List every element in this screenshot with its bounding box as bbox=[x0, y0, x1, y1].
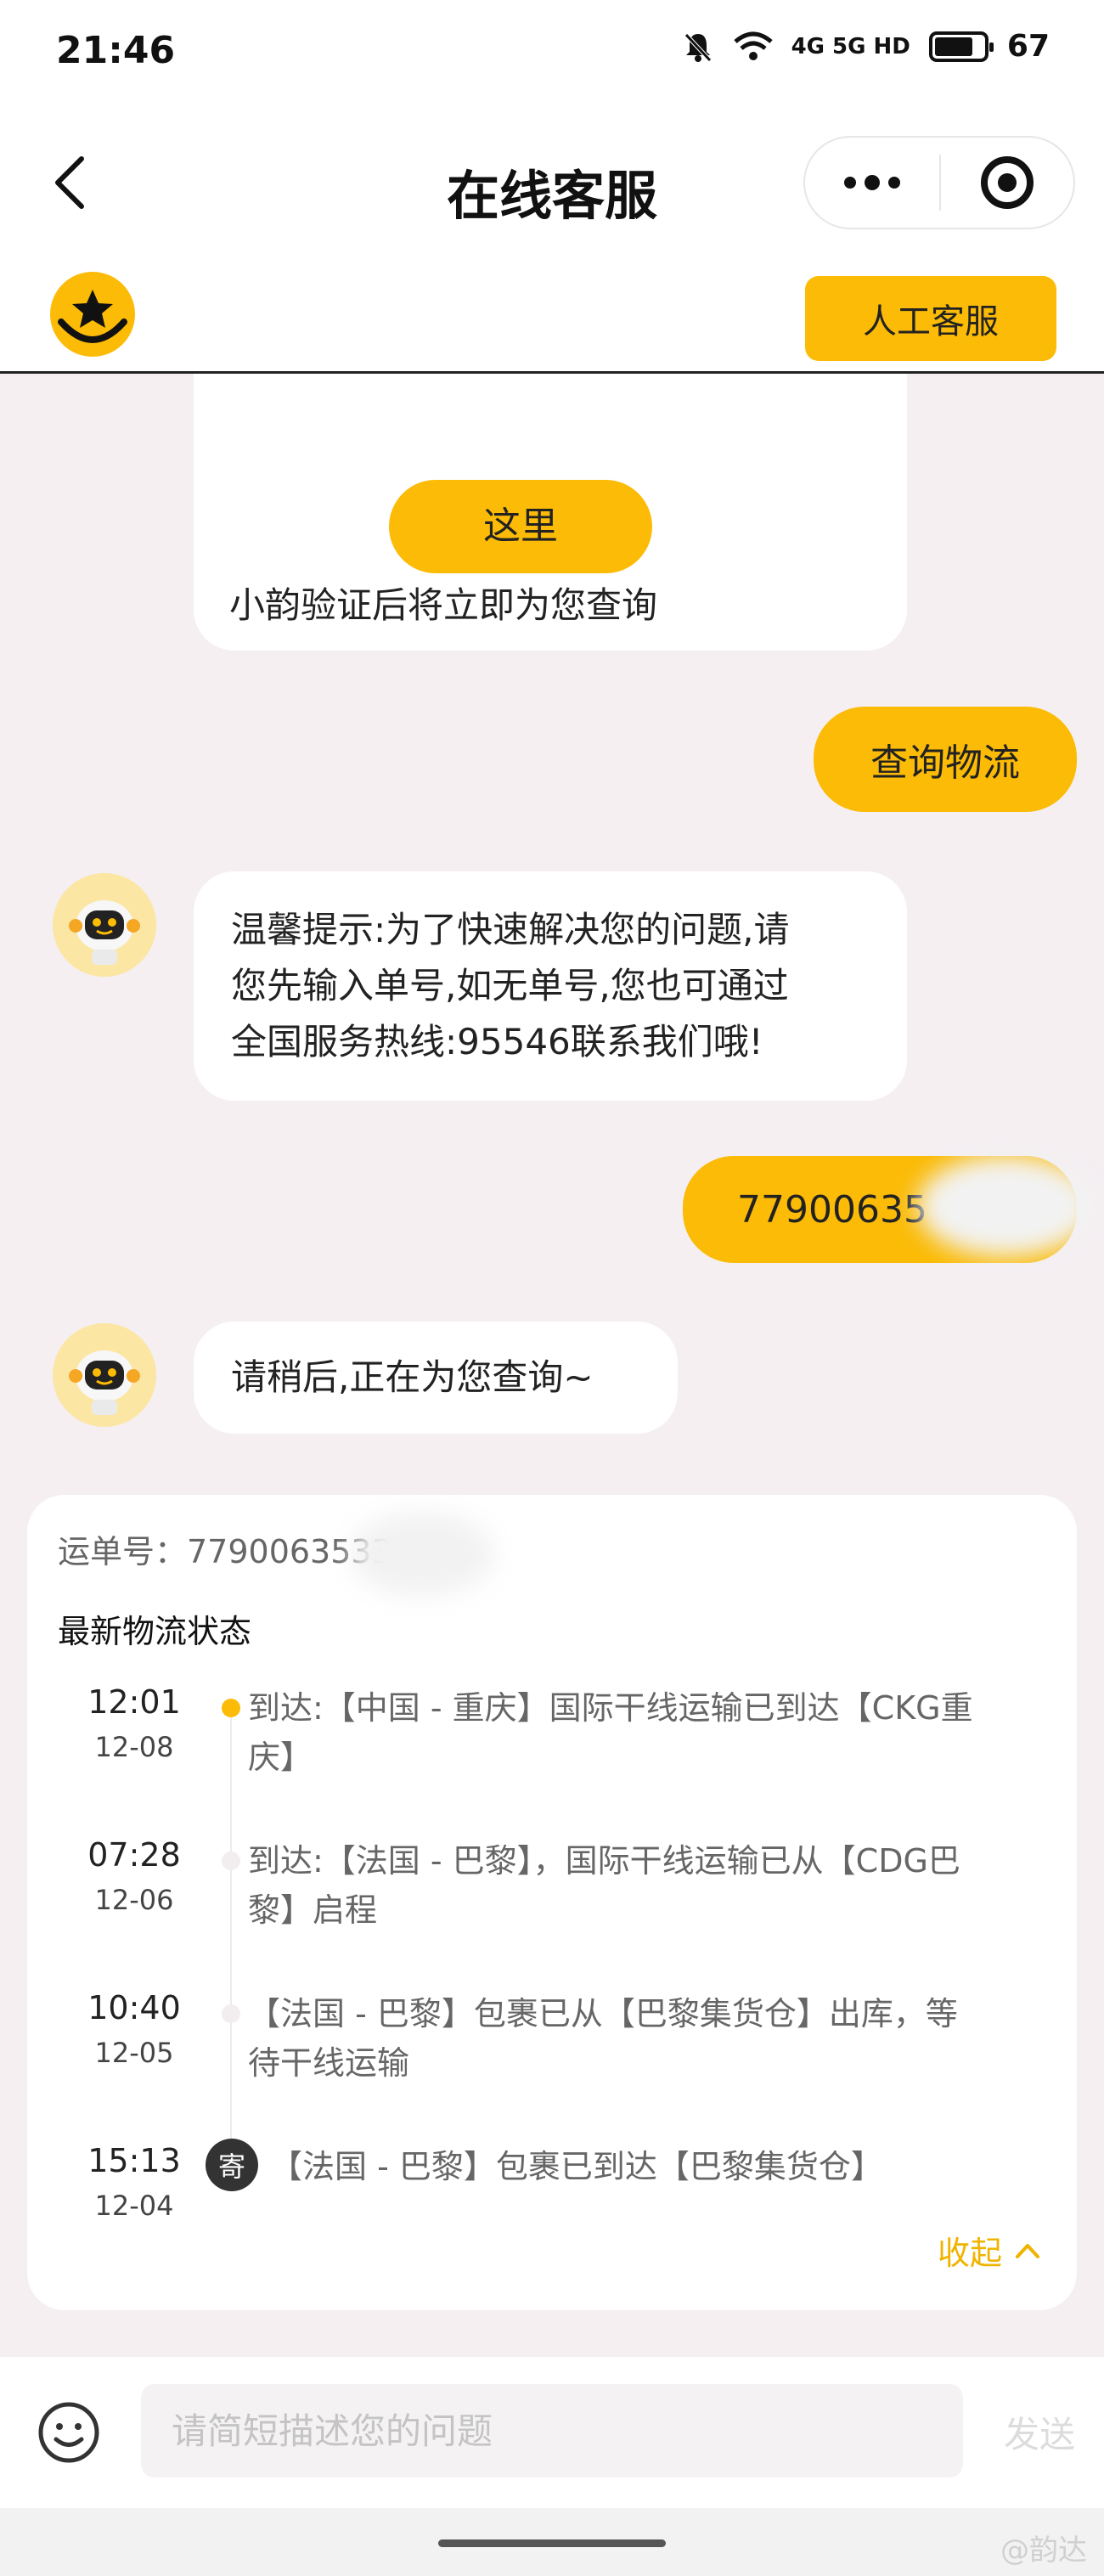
watermark-text: @韵达 bbox=[1000, 2534, 1087, 2568]
network-label: 4G 5G HD bbox=[791, 33, 910, 59]
more-dot-icon bbox=[865, 175, 880, 190]
home-indicator[interactable] bbox=[438, 2539, 666, 2547]
event-line: 黎】启程 bbox=[248, 1891, 378, 1929]
input-bar: 发送 bbox=[0, 2357, 1104, 2508]
event-line: 庆】 bbox=[248, 1739, 313, 1776]
event-text: 【法国 - 巴黎】包裹已到达【巴黎集货仓】 bbox=[270, 2142, 1034, 2191]
tip-line: 您先输入单号,如无单号,您也可通过 bbox=[231, 965, 789, 1006]
send-button[interactable]: 发送 bbox=[1004, 2406, 1075, 2458]
event-line: 【法国 - 巴黎】包裹已到达【巴黎集货仓】 bbox=[270, 2148, 883, 2185]
event-text: 到达:【法国 - 巴黎】，国际干线运输已从【CDG巴 黎】启程 bbox=[248, 1836, 1012, 1935]
robot-avatar-icon bbox=[53, 1323, 156, 1427]
waybill-number: 运单号：7790063533 bbox=[58, 1533, 392, 1570]
chevron-up-icon bbox=[1016, 2243, 1039, 2258]
status-icons: 4G 5G HD 67 bbox=[681, 29, 1050, 64]
event-line: 待干线运输 bbox=[248, 2044, 410, 2082]
event-date: 12-04 bbox=[94, 2190, 174, 2222]
robot-avatar-icon bbox=[53, 873, 156, 977]
event-time: 07:28 bbox=[87, 1836, 181, 1874]
event-time: 15:13 bbox=[87, 2142, 181, 2179]
event-date: 12-06 bbox=[94, 1884, 174, 1916]
bot-message-wait: 请稍后,正在为您查询~ bbox=[194, 1322, 678, 1434]
mini-program-capsule bbox=[803, 136, 1075, 229]
smiley-icon bbox=[38, 2402, 99, 2463]
tracking-card: 运单号：7790063533 最新物流状态 12:01 12-08 到达:【中国… bbox=[27, 1495, 1077, 2310]
status-time: 21:46 bbox=[56, 29, 176, 72]
event-date: 12-08 bbox=[94, 1731, 174, 1763]
timeline-line bbox=[230, 1707, 232, 2149]
event-text: 到达:【中国 - 重庆】国际干线运输已到达【CKG重 庆】 bbox=[248, 1683, 1012, 1782]
event-time: 12:01 bbox=[87, 1683, 181, 1721]
mute-bell-icon bbox=[684, 32, 712, 62]
tracking-number-text: 77900635 bbox=[737, 1187, 927, 1232]
tip-line: 全国服务热线:95546联系我们哦! bbox=[231, 1021, 763, 1063]
battery-icon bbox=[928, 31, 994, 62]
watermark: @韵达 bbox=[1000, 2527, 1087, 2568]
collapse-button[interactable]: 收起 bbox=[938, 2227, 1041, 2274]
event-time: 10:40 bbox=[87, 1989, 181, 2026]
event-line: 到达:【中国 - 重庆】国际干线运输已到达【CKG重 bbox=[248, 1689, 973, 1727]
tip-line: 温馨提示:为了快速解决您的问题,请 bbox=[231, 909, 790, 950]
human-agent-button[interactable]: 人工客服 bbox=[805, 276, 1056, 361]
more-button[interactable] bbox=[805, 138, 939, 228]
more-dot-icon bbox=[888, 177, 900, 189]
chat-area[interactable]: 这里 小韵验证后将立即为您查询 查询物流 温馨提示:为了快速解决您的问题,请 您… bbox=[0, 374, 1104, 2357]
close-button[interactable] bbox=[941, 138, 1073, 228]
bot-message-tip: 温馨提示:为了快速解决您的问题,请 您先输入单号,如无单号,您也可通过 全国服务… bbox=[194, 871, 907, 1101]
timeline-dot-active bbox=[222, 1699, 240, 1717]
status-bar: 21:46 4G 5G HD 67 bbox=[0, 0, 1104, 106]
event-date: 12-05 bbox=[94, 2037, 174, 2069]
wifi-icon bbox=[733, 31, 773, 60]
battery-level: 67 bbox=[1006, 29, 1050, 64]
wait-text: 请稍后,正在为您查询~ bbox=[231, 1356, 594, 1398]
brand-bar: 人工客服 bbox=[0, 259, 1104, 374]
yunda-logo-icon bbox=[50, 272, 135, 357]
redaction-blur bbox=[917, 1155, 1096, 1257]
bot-avatar bbox=[53, 873, 156, 977]
timeline-dot bbox=[222, 2004, 240, 2023]
user-message-query: 查询物流 bbox=[814, 707, 1077, 812]
verify-text: 小韵验证后将立即为您查询 bbox=[229, 584, 658, 626]
bot-message-verify: 这里 小韵验证后将立即为您查询 bbox=[194, 374, 907, 651]
more-dot-icon bbox=[844, 177, 856, 189]
collapse-label: 收起 bbox=[937, 2235, 1002, 2272]
event-text: 【法国 - 巴黎】包裹已从【巴黎集货仓】出库，等 待干线运输 bbox=[248, 1989, 1012, 2088]
event-line: 到达:【法国 - 巴黎】，国际干线运输已从【CDG巴 bbox=[248, 1842, 960, 1880]
home-bar: @韵达 bbox=[0, 2508, 1104, 2576]
verify-here-button[interactable]: 这里 bbox=[389, 480, 652, 573]
target-close-icon bbox=[980, 156, 1034, 209]
tracking-status-title: 最新物流状态 bbox=[58, 1613, 252, 1650]
nav-bar: 在线客服 bbox=[0, 106, 1104, 259]
user-query-text: 查询物流 bbox=[870, 741, 1020, 785]
message-input[interactable] bbox=[141, 2384, 963, 2477]
send-badge-icon: 寄 bbox=[206, 2139, 258, 2191]
redaction-blur bbox=[350, 1512, 494, 1597]
timeline-dot bbox=[222, 1852, 240, 1870]
bot-avatar bbox=[53, 1323, 156, 1427]
event-line: 【法国 - 巴黎】包裹已从【巴黎集货仓】出库，等 bbox=[248, 1995, 958, 2032]
emoji-button[interactable] bbox=[37, 2401, 100, 2464]
